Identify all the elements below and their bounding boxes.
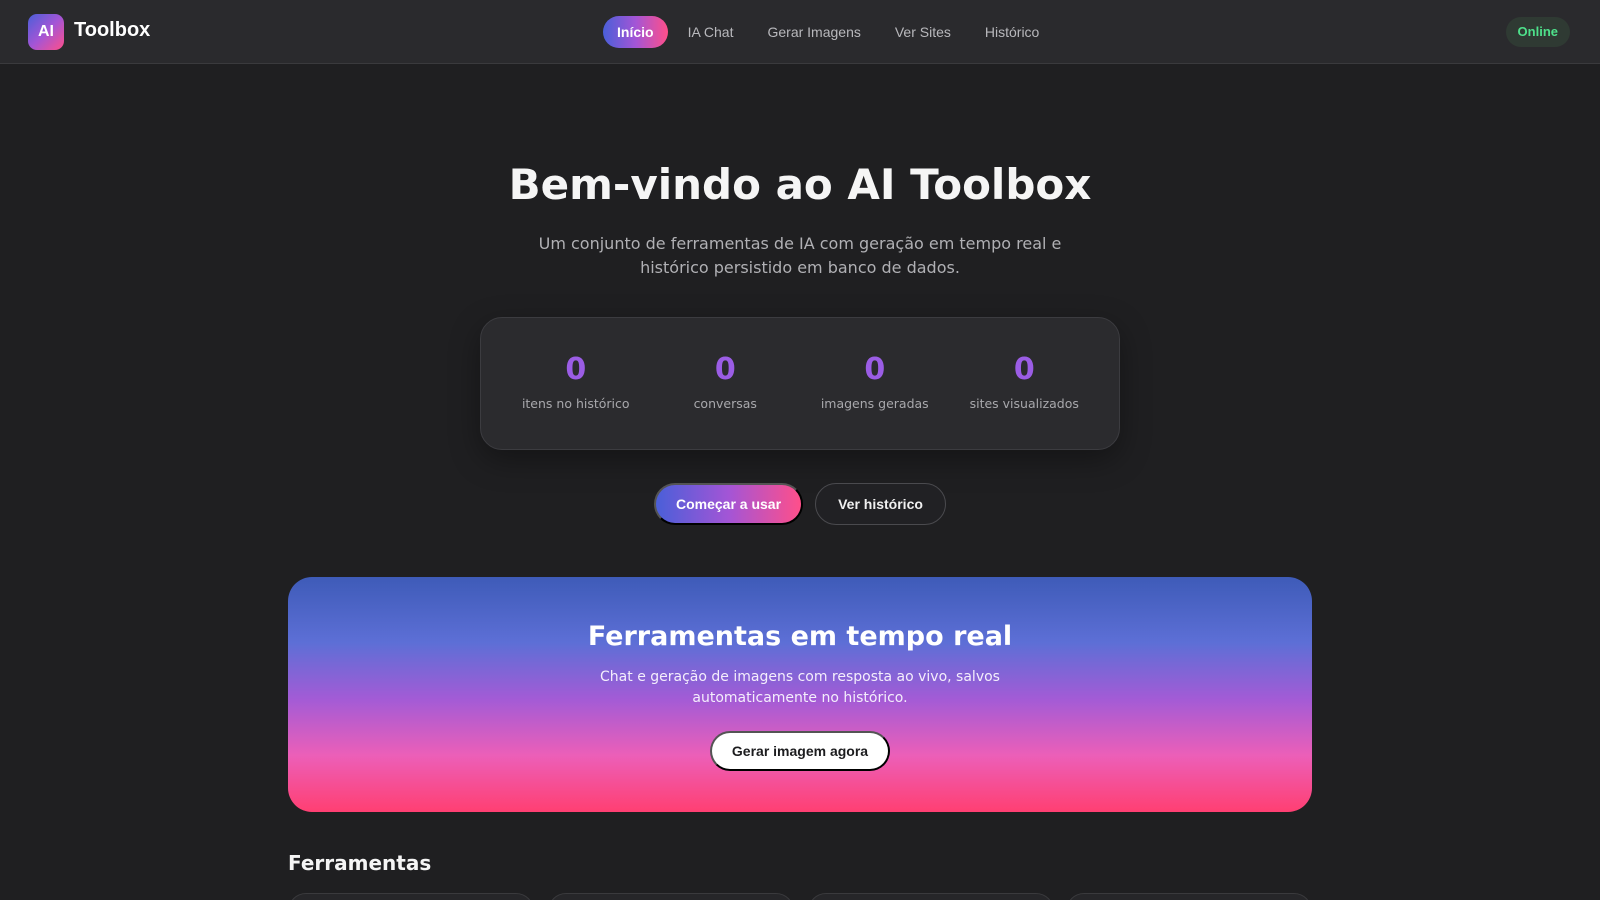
stats-card: 0 itens no histórico 0 conversas 0 image…: [480, 317, 1120, 450]
stat-label: conversas: [693, 396, 757, 411]
stat-label: sites visualizados: [969, 396, 1079, 411]
banner-subtitle: Chat e geração de imagens com resposta a…: [600, 669, 1000, 706]
stat-value: 0: [864, 352, 886, 387]
stat-generated-images: 0 imagens geradas: [800, 318, 950, 449]
tools-section-title: Ferramentas: [288, 851, 432, 875]
page-title: Bem-vindo ao AI Toolbox: [508, 160, 1092, 209]
tool-card[interactable]: [808, 893, 1054, 900]
view-history-button[interactable]: Ver histórico: [815, 483, 946, 525]
generate-image-now-button[interactable]: Gerar imagem agora: [710, 731, 890, 771]
stat-viewed-sites: 0 sites visualizados: [950, 318, 1100, 449]
stat-value: 0: [1013, 352, 1035, 387]
nav-item-inicio[interactable]: Início: [603, 16, 668, 48]
app-logo-text[interactable]: Toolbox: [74, 19, 150, 42]
top-navbar: AI Toolbox Início IA Chat Gerar Imagens …: [0, 0, 1600, 64]
stat-label: itens no histórico: [521, 396, 630, 411]
tool-card[interactable]: [288, 893, 534, 900]
stat-conversations: 0 conversas: [651, 318, 801, 449]
nav-item-gerar-imagens[interactable]: Gerar Imagens: [753, 16, 874, 48]
stat-value: 0: [565, 352, 587, 387]
banner-title: Ferramentas em tempo real: [587, 621, 1013, 652]
stat-label: imagens geradas: [820, 396, 929, 411]
app-logo-badge[interactable]: AI: [28, 14, 64, 50]
nav-item-ver-sites[interactable]: Ver Sites: [881, 16, 965, 48]
tool-card[interactable]: [548, 893, 794, 900]
realtime-tools-banner: Ferramentas em tempo real Chat e geração…: [288, 577, 1312, 812]
stat-history-items: 0 itens no histórico: [501, 318, 651, 449]
page-subtitle: Um conjunto de ferramentas de IA com ger…: [538, 234, 1062, 277]
stat-value: 0: [714, 352, 736, 387]
nav-item-historico[interactable]: Histórico: [971, 16, 1053, 48]
tool-card[interactable]: [1066, 893, 1312, 900]
status-badge: Online: [1505, 17, 1570, 47]
get-started-button[interactable]: Começar a usar: [654, 483, 803, 525]
nav-item-ia-chat[interactable]: IA Chat: [674, 16, 748, 48]
main-nav: Início IA Chat Gerar Imagens Ver Sites H…: [603, 16, 1059, 48]
